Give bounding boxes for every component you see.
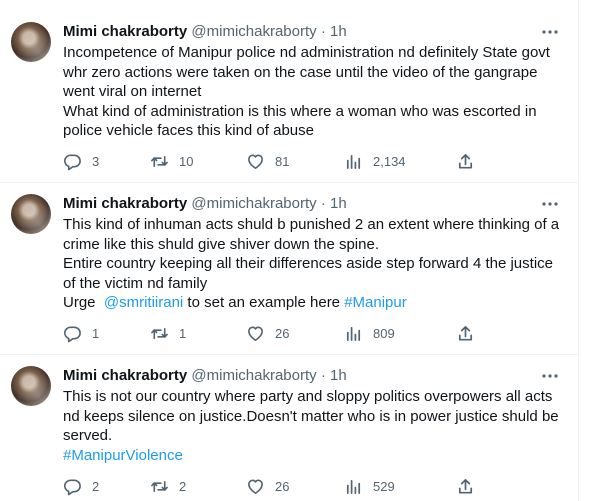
tweet-feed: Mimi chakraborty @mimichakraborty · 1h I… <box>0 0 578 501</box>
tweet-text-line: What kind of administration is this wher… <box>63 102 537 120</box>
reply-count: 3 <box>92 153 100 169</box>
reply-bubble-icon <box>63 152 82 171</box>
share-button[interactable] <box>456 151 485 171</box>
tweet-actions: 1 1 26 809 <box>63 323 568 343</box>
tweet-actions: 2 2 26 529 <box>63 476 568 496</box>
views-bar-chart-icon <box>344 152 363 171</box>
views-button[interactable]: 529 <box>344 476 395 496</box>
retweet-arrows-icon <box>150 324 169 343</box>
views-bar-chart-icon <box>344 324 363 343</box>
share-button[interactable] <box>456 323 485 343</box>
tweet-text-line: whr zero actions were taken on the case … <box>63 63 538 81</box>
tweet-text-line: nd keeps silence on justice.Doesn't matt… <box>63 407 559 425</box>
timestamp[interactable]: 1h <box>330 367 347 384</box>
tweet-text-line: This is not our country where party and … <box>63 388 553 405</box>
tweet[interactable]: Mimi chakraborty @mimichakraborty · 1h I… <box>0 0 578 182</box>
tweet-text-line: police vehicle faces this kind of abuse <box>63 122 314 139</box>
tweet-actions: 3 10 81 2,134 <box>63 151 568 171</box>
author-name[interactable]: Mimi chakraborty <box>63 367 187 384</box>
tweet[interactable]: Mimi chakraborty @mimichakraborty · 1h T… <box>0 355 578 501</box>
avatar[interactable] <box>11 194 51 234</box>
author-name[interactable]: Mimi chakraborty <box>63 23 187 40</box>
views-count: 2,134 <box>373 153 406 169</box>
author-handle[interactable]: @mimichakraborty <box>191 195 316 212</box>
avatar[interactable] <box>11 366 51 406</box>
column-border <box>578 0 579 501</box>
tweet-text-line: of the victim nd family <box>63 274 208 292</box>
separator-dot: · <box>320 367 326 384</box>
avatar[interactable] <box>11 22 51 62</box>
author-handle[interactable]: @mimichakraborty <box>191 23 316 40</box>
hashtag-link[interactable]: #ManipurViolence <box>63 446 568 466</box>
retweet-button[interactable]: 2 <box>150 476 186 496</box>
like-button[interactable]: 81 <box>246 151 289 171</box>
like-button[interactable]: 26 <box>246 476 289 496</box>
retweet-arrows-icon <box>150 152 169 171</box>
heart-icon <box>246 477 265 496</box>
author-handle[interactable]: @mimichakraborty <box>191 367 316 384</box>
tweet-text-line: Entire country keeping all their differe… <box>63 255 553 272</box>
tweet-text-line: went viral on internet <box>63 83 202 100</box>
retweet-count: 1 <box>179 325 187 341</box>
more-dots-icon[interactable] <box>540 194 560 214</box>
like-count: 26 <box>275 325 290 341</box>
tweet-text-line: This kind of inhuman acts shuld b punish… <box>63 216 560 233</box>
tweet-text: Incompetence of Manipur police nd admini… <box>63 43 568 141</box>
tweet-header: Mimi chakraborty @mimichakraborty · 1h <box>63 22 347 42</box>
reply-count: 1 <box>92 325 100 341</box>
heart-icon <box>246 324 265 343</box>
share-upload-icon <box>456 152 475 171</box>
like-count: 26 <box>275 478 290 494</box>
reply-button[interactable]: 1 <box>63 323 99 343</box>
tweet[interactable]: Mimi chakraborty @mimichakraborty · 1h T… <box>0 183 578 354</box>
text-segment: Urge <box>63 294 104 311</box>
retweet-count: 2 <box>179 478 187 494</box>
more-dots-icon[interactable] <box>540 366 560 386</box>
reply-button[interactable]: 3 <box>63 151 99 171</box>
retweet-button[interactable]: 1 <box>150 323 186 343</box>
more-dots-icon[interactable] <box>540 22 560 42</box>
retweet-button[interactable]: 10 <box>150 151 193 171</box>
like-button[interactable]: 26 <box>246 323 289 343</box>
timestamp[interactable]: 1h <box>330 23 347 40</box>
mention-link[interactable]: @smritiirani <box>104 294 183 311</box>
tweet-header: Mimi chakraborty @mimichakraborty · 1h <box>63 194 347 214</box>
author-name[interactable]: Mimi chakraborty <box>63 195 187 212</box>
retweet-count: 10 <box>179 153 194 169</box>
reply-bubble-icon <box>63 324 82 343</box>
heart-icon <box>246 152 265 171</box>
reply-button[interactable]: 2 <box>63 476 99 496</box>
reply-count: 2 <box>92 478 100 494</box>
tweet-text-line: served. <box>63 427 113 444</box>
tweet-text-line: Urge @smritiirani to set an example here… <box>63 293 568 313</box>
tweet-text-line: crime like this shuld give shiver down t… <box>63 235 379 253</box>
timestamp[interactable]: 1h <box>330 195 347 212</box>
retweet-arrows-icon <box>150 477 169 496</box>
tweet-text: This is not our country where party and … <box>63 387 568 465</box>
views-count: 809 <box>373 325 395 341</box>
share-upload-icon <box>456 324 475 343</box>
views-button[interactable]: 809 <box>344 323 395 343</box>
hashtag-link[interactable]: #Manipur <box>344 294 407 311</box>
separator-dot: · <box>320 195 326 212</box>
share-button[interactable] <box>456 476 485 496</box>
separator-dot: · <box>320 23 326 40</box>
tweet-text: This kind of inhuman acts shuld b punish… <box>63 215 568 313</box>
reply-bubble-icon <box>63 477 82 496</box>
share-upload-icon <box>456 477 475 496</box>
tweet-text-line: Incompetence of Manipur police nd admini… <box>63 44 550 61</box>
like-count: 81 <box>275 153 290 169</box>
views-bar-chart-icon <box>344 477 363 496</box>
views-button[interactable]: 2,134 <box>344 151 406 171</box>
text-segment: to set an example here <box>183 294 345 311</box>
tweet-header: Mimi chakraborty @mimichakraborty · 1h <box>63 366 347 386</box>
views-count: 529 <box>373 478 395 494</box>
